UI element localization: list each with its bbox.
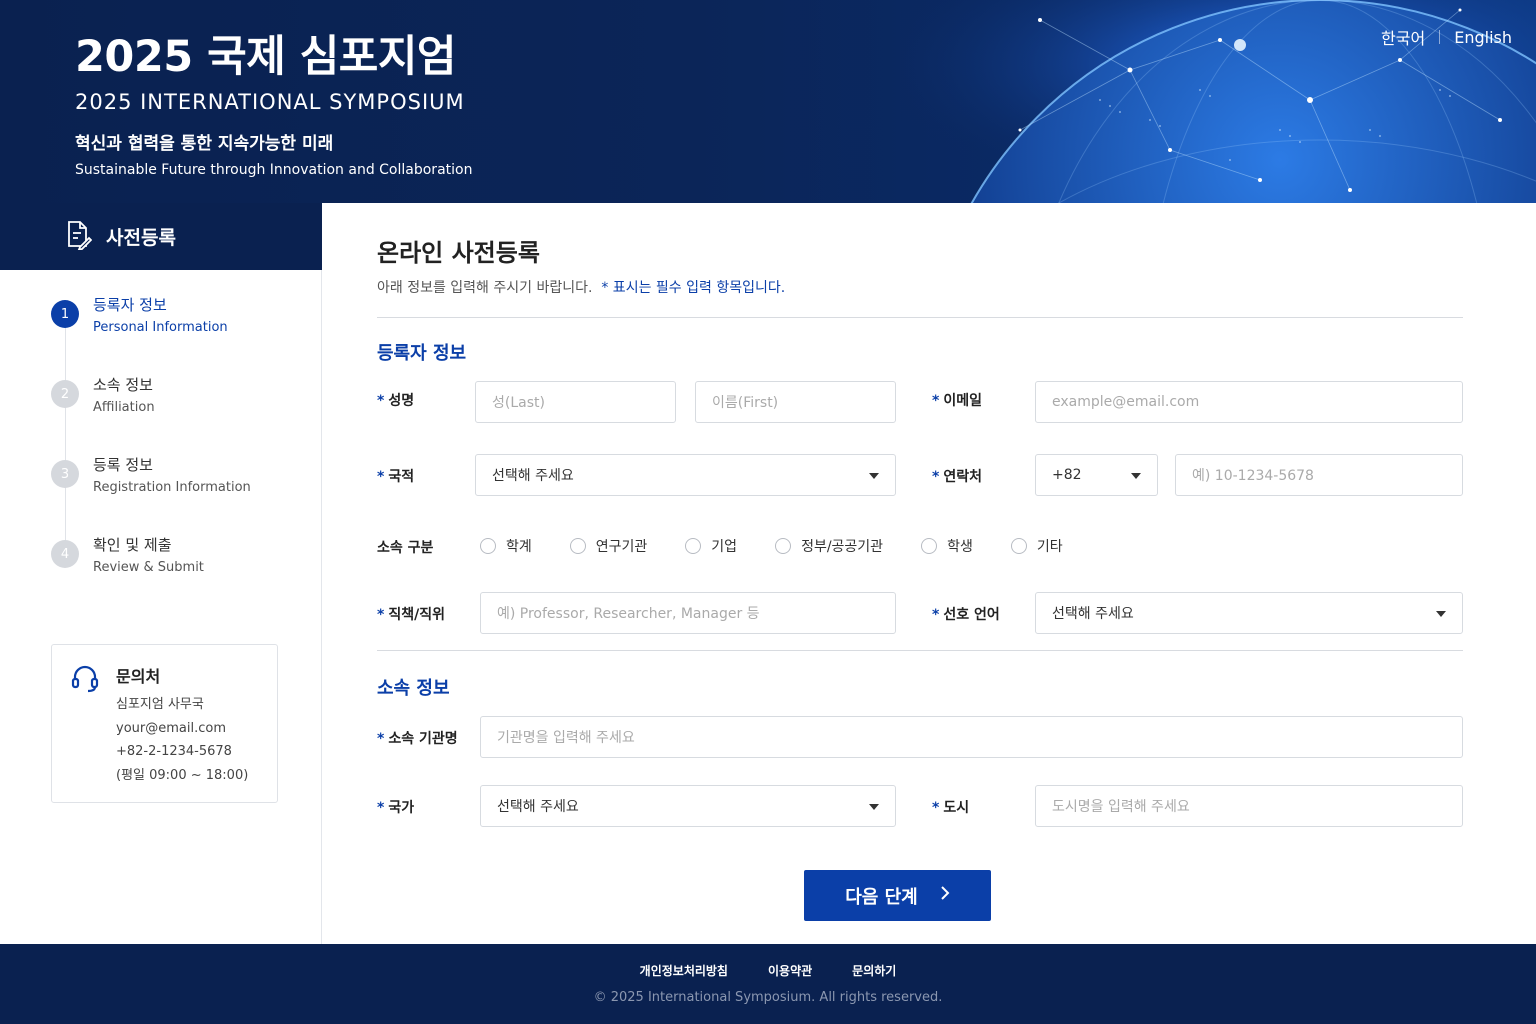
chevron-right-icon <box>940 885 950 906</box>
headset-icon <box>70 663 100 802</box>
radio-company[interactable]: 기업 <box>685 536 737 556</box>
contact-hours: (평일 09:00 ~ 18:00) <box>116 767 249 783</box>
radio-circle-icon <box>775 538 792 554</box>
phone-label: * 연락처 <box>932 469 982 485</box>
section-title-personal: 등록자 정보 <box>377 343 467 364</box>
radio-circle-icon <box>685 538 702 554</box>
city-input[interactable]: 도시명을 입력해 주세요 <box>1035 785 1463 827</box>
country-label: * 국가 <box>377 800 415 816</box>
inquiry-link[interactable]: 문의하기 <box>852 962 896 979</box>
country-value: 선택해 주세요 <box>497 799 579 815</box>
city-label: * 도시 <box>932 800 970 816</box>
email-input[interactable]: example@email.com <box>1035 381 1463 423</box>
first-name-input[interactable]: 이름(First) <box>695 381 896 423</box>
privacy-policy-link[interactable]: 개인정보처리방침 <box>640 962 728 979</box>
step-number: 3 <box>51 460 79 488</box>
contact-phone[interactable]: +82-2-1234-5678 <box>116 740 248 764</box>
page-footer: 개인정보처리방침 이용약관 문의하기 © 2025 International … <box>0 944 1536 1024</box>
section-divider <box>377 317 1463 318</box>
next-step-label: 다음 단계 <box>845 886 918 908</box>
affiliation-type-label: 소속 구분 <box>377 540 434 556</box>
sidebar-header: 사전등록 <box>0 203 322 270</box>
step-label-en: Registration Information <box>93 480 251 495</box>
language-switcher: 한국어 English <box>1381 25 1512 49</box>
document-edit-icon <box>64 220 93 254</box>
last-name-input[interactable]: 성(Last) <box>475 381 676 423</box>
registration-sidebar: 사전등록 1 등록자 정보 Personal Information 2 소속 … <box>0 203 322 944</box>
caret-down-icon <box>1131 473 1141 479</box>
step-label-en: Personal Information <box>93 320 228 335</box>
country-code-value: +82 <box>1052 467 1082 483</box>
step-label-en: Review & Submit <box>93 560 204 575</box>
step-review-submit[interactable]: 4 확인 및 제출 Review & Submit <box>51 534 321 614</box>
preferred-language-label: * 선호 언어 <box>932 607 1000 623</box>
event-subtitle-en: Sustainable Future through Innovation an… <box>75 162 473 178</box>
step-affiliation[interactable]: 2 소속 정보 Affiliation <box>51 374 321 454</box>
radio-student[interactable]: 학생 <box>921 536 973 556</box>
step-number: 2 <box>51 380 79 408</box>
form-title: 온라인 사전등록 <box>377 239 540 267</box>
contact-org: 심포지엄 사무국 <box>116 697 204 712</box>
section-divider <box>377 650 1463 651</box>
terms-link[interactable]: 이용약관 <box>768 962 812 979</box>
radio-research-institute[interactable]: 연구기관 <box>569 536 647 556</box>
email-label: * 이메일 <box>932 393 982 409</box>
position-input[interactable]: 예) Professor, Researcher, Manager 등 <box>480 592 896 634</box>
form-desc-text: 아래 정보를 입력해 주시기 바랍니다. <box>377 280 593 296</box>
radio-government[interactable]: 정부/공공기관 <box>775 536 883 556</box>
caret-down-icon <box>869 473 879 479</box>
affiliation-type-radio-group: 학계 연구기관 기업 정부/공공기관 학생 기타 <box>480 536 1101 556</box>
lang-divider <box>1439 30 1441 44</box>
step-label-ko: 소속 정보 <box>93 376 153 394</box>
preferred-language-select[interactable]: 선택해 주세요 <box>1035 592 1463 634</box>
country-code-select[interactable]: +82 <box>1035 454 1158 496</box>
nationality-value: 선택해 주세요 <box>492 468 574 484</box>
event-title-ko: 2025 국제 심포지엄 <box>75 32 456 82</box>
nationality-select[interactable]: 선택해 주세요 <box>475 454 896 496</box>
caret-down-icon <box>1436 611 1446 617</box>
preferred-language-value: 선택해 주세요 <box>1052 606 1134 622</box>
step-number: 4 <box>51 540 79 568</box>
position-label: * 직책/직위 <box>377 607 445 623</box>
next-step-button[interactable]: 다음 단계 <box>804 870 991 921</box>
step-label-ko: 등록자 정보 <box>93 296 167 314</box>
radio-circle-icon <box>1010 538 1027 554</box>
step-registration-info[interactable]: 3 등록 정보 Registration Information <box>51 454 321 534</box>
caret-down-icon <box>869 804 879 810</box>
step-number: 1 <box>51 300 79 328</box>
registration-form: 온라인 사전등록 아래 정보를 입력해 주시기 바랍니다. * 표시는 필수 입… <box>323 203 1536 944</box>
footer-links: 개인정보처리방침 이용약관 문의하기 <box>0 962 1536 979</box>
lang-korean-link[interactable]: 한국어 <box>1381 25 1425 49</box>
contact-title: 문의처 <box>116 667 161 686</box>
organization-input[interactable]: 기관명을 입력해 주세요 <box>480 716 1463 758</box>
phone-input[interactable]: 예) 10-1234-5678 <box>1175 454 1463 496</box>
step-list: 1 등록자 정보 Personal Information 2 소속 정보 Af… <box>0 294 321 614</box>
contact-email[interactable]: your@email.com <box>116 717 248 741</box>
radio-circle-icon <box>569 538 586 554</box>
copyright-text: © 2025 International Symposium. All righ… <box>593 990 943 1005</box>
name-label: * 성명 <box>377 393 415 409</box>
radio-other[interactable]: 기타 <box>1010 536 1063 556</box>
step-label-ko: 등록 정보 <box>93 456 153 474</box>
organization-label: * 소속 기관명 <box>377 731 458 747</box>
step-label-ko: 확인 및 제출 <box>93 536 172 554</box>
radio-circle-icon <box>921 538 938 554</box>
section-title-affiliation: 소속 정보 <box>377 678 450 699</box>
radio-circle-icon <box>480 538 496 554</box>
step-label-en: Affiliation <box>93 400 155 415</box>
radio-academia[interactable]: 학계 <box>480 536 532 556</box>
form-description: 아래 정보를 입력해 주시기 바랍니다. * 표시는 필수 입력 항목입니다. <box>377 277 785 297</box>
event-subtitle-ko: 혁신과 협력을 통한 지속가능한 미래 <box>75 134 334 154</box>
country-select[interactable]: 선택해 주세요 <box>480 785 896 827</box>
event-title-en: 2025 INTERNATIONAL SYMPOSIUM <box>75 90 465 114</box>
form-desc-required-note: * 표시는 필수 입력 항목입니다. <box>601 280 786 296</box>
sidebar-title: 사전등록 <box>106 227 176 249</box>
lang-english-link[interactable]: English <box>1454 28 1512 47</box>
nationality-label: * 국적 <box>377 469 415 485</box>
contact-card: 문의처 심포지엄 사무국 your@email.com +82-2-1234-5… <box>51 644 278 803</box>
hero-banner: 2025 국제 심포지엄 2025 INTERNATIONAL SYMPOSIU… <box>0 0 1536 203</box>
step-personal-info[interactable]: 1 등록자 정보 Personal Information <box>51 294 321 374</box>
